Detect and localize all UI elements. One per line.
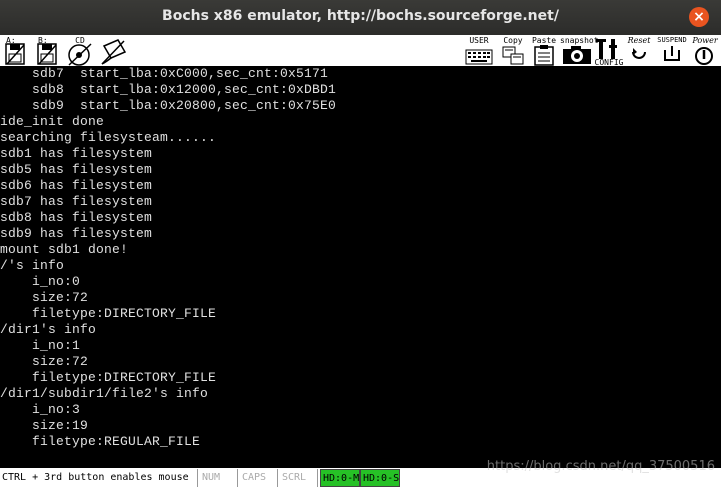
hd0-slave-indicator: HD:0-S: [360, 469, 400, 487]
toolbar: A: B: CD USER Copy Paste snapshot CONFIG…: [0, 35, 721, 68]
console-line: sdb8 has filesystem: [0, 210, 153, 225]
console-line: size:72: [0, 354, 89, 369]
console-line: i_no:1: [0, 338, 81, 353]
paste-icon: [534, 45, 554, 66]
vga-console[interactable]: sdb7 start_lba:0xC000,sec_cnt:0x5171 sdb…: [0, 66, 721, 468]
watermark: https://blog.csdn.net/qq_37500516: [486, 459, 715, 474]
suspend-button[interactable]: SUSPEND: [654, 36, 690, 67]
floppy-a-label: A:: [6, 36, 16, 45]
console-line: mount sdb1 done!: [0, 242, 129, 257]
console-line: sdb7 start_lba:0xC000,sec_cnt:0x5171: [0, 66, 329, 81]
camera-icon: [563, 46, 591, 64]
console-line: filetype:REGULAR_FILE: [0, 434, 201, 449]
copy-button[interactable]: Copy: [500, 36, 526, 67]
reset-icon: [632, 48, 646, 59]
console-line: filetype:DIRECTORY_FILE: [0, 306, 217, 321]
power-icon: [695, 47, 713, 65]
console-line: size:19: [0, 418, 89, 433]
console-line: sdb9 has filesystem: [0, 226, 153, 241]
console-line: filetype:DIRECTORY_FILE: [0, 370, 217, 385]
console-line: /'s info: [0, 258, 65, 273]
num-lock-indicator: NUM: [200, 469, 238, 487]
floppy-b-label: B:: [38, 36, 48, 45]
cdrom-button[interactable]: CD: [66, 36, 94, 67]
caps-lock-indicator: CAPS: [240, 469, 278, 487]
console-line: size:72: [0, 290, 89, 305]
keyboard-icon: [465, 49, 493, 65]
window-titlebar: Bochs x86 emulator, http://bochs.sourcef…: [0, 0, 721, 35]
copy-icon: [502, 46, 524, 65]
console-line: sdb5 has filesystem: [0, 162, 153, 177]
console-line: i_no:3: [0, 402, 81, 417]
console-line: i_no:0: [0, 274, 81, 289]
floppy-b-button[interactable]: B:: [36, 36, 58, 67]
window-title: Bochs x86 emulator, http://bochs.sourcef…: [162, 8, 559, 24]
console-line: sdb7 has filesystem: [0, 194, 153, 209]
console-line: searching filesysteam......: [0, 130, 217, 145]
config-button[interactable]: CONFIG: [594, 36, 624, 67]
user-button[interactable]: USER: [464, 36, 494, 67]
reset-button[interactable]: Reset: [624, 36, 654, 67]
suspend-icon: [664, 46, 680, 61]
hd0-master-indicator: HD:0-M: [320, 469, 360, 487]
console-line: /dir1/subdir1/file2's info: [0, 386, 209, 401]
console-line: ide_init done: [0, 114, 105, 129]
console-line: sdb1 has filesystem: [0, 146, 153, 161]
paste-button[interactable]: Paste: [531, 36, 557, 67]
mouse-hint: CTRL + 3rd button enables mouse: [0, 469, 198, 487]
console-line: /dir1's info: [0, 322, 97, 337]
floppy-a-button[interactable]: A:: [4, 36, 26, 67]
mouse-capture-button[interactable]: [98, 36, 128, 67]
scroll-lock-indicator: SCRL: [280, 469, 318, 487]
mouse-icon: [101, 39, 127, 65]
snapshot-button[interactable]: snapshot: [560, 36, 599, 67]
power-button[interactable]: Power: [690, 36, 720, 67]
console-line: sdb6 has filesystem: [0, 178, 153, 193]
console-line: sdb8 start_lba:0x12000,sec_cnt:0xDBD1: [0, 82, 337, 97]
console-line: sdb9 start_lba:0x20800,sec_cnt:0x75E0: [0, 98, 337, 113]
cdrom-label: CD: [75, 36, 85, 45]
close-button[interactable]: ×: [689, 7, 709, 27]
